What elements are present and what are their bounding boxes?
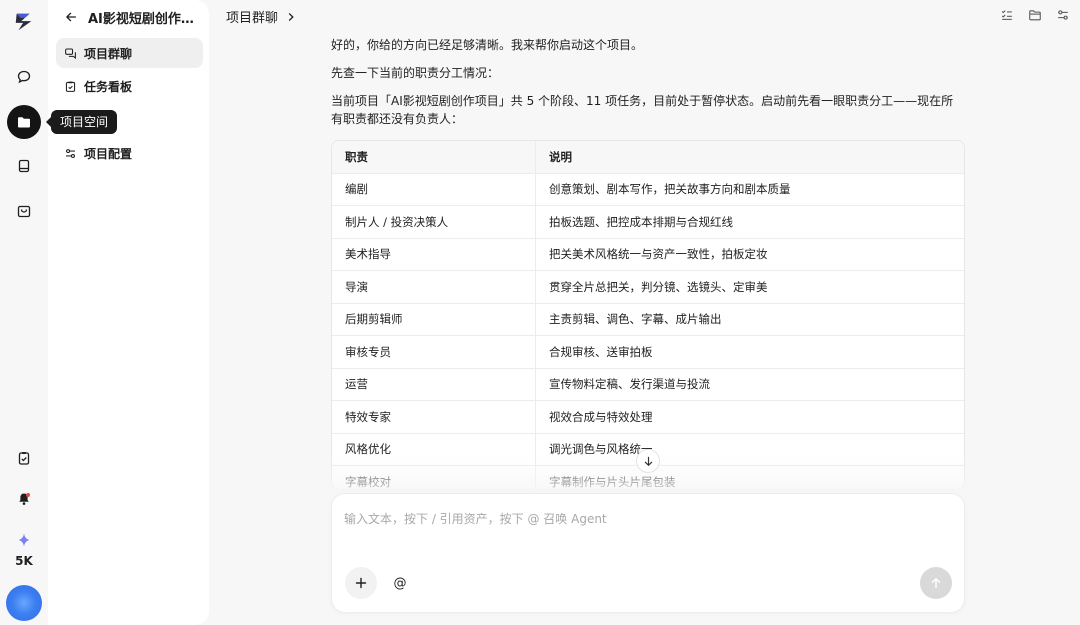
roles-table: 职责 说明 编剧 创意策划、剧本写作，把关故事方向和剧本质量 制片人 / 投资决策人…: [331, 140, 965, 490]
avatar[interactable]: [6, 585, 42, 621]
app-logo-icon[interactable]: [7, 5, 41, 39]
breadcrumb[interactable]: 项目群聊: [226, 7, 296, 26]
message-paragraph: 好的，你给的方向已经足够清晰。我来帮你启动这个项目。: [331, 38, 644, 52]
clipboard-check-icon[interactable]: [7, 441, 41, 475]
back-arrow-icon[interactable]: [64, 10, 78, 24]
sidebar-item-task-board[interactable]: 任务看板: [56, 71, 203, 101]
folder-icon[interactable]: [7, 105, 41, 139]
table-row: 导演 贯穿全片总把关，判分镜、选镜头、定审美: [332, 271, 964, 304]
table-cell-description: 宣传物料定稿、发行渠道与投流: [549, 377, 710, 392]
table-cell-role: 美术指导: [332, 238, 536, 270]
sparkle-icon[interactable]: [7, 523, 41, 557]
folder-open-icon[interactable]: [1028, 8, 1042, 22]
table-cell-role: 风格优化: [332, 433, 536, 465]
add-button[interactable]: [345, 567, 377, 599]
table-cell-role: 特效专家: [332, 401, 536, 433]
table-cell-role: 导演: [332, 271, 536, 303]
table-cell-description: 创意策划、剧本写作，把关故事方向和剧本质量: [549, 182, 791, 197]
book-icon[interactable]: [7, 149, 41, 183]
scroll-to-bottom-button[interactable]: [636, 449, 660, 473]
bag-icon[interactable]: [7, 194, 41, 228]
header-actions: [1000, 8, 1070, 22]
clipboard-icon: [65, 81, 76, 92]
table-cell-description: 调光调色与风格统一: [549, 442, 653, 457]
table-cell-role: 编剧: [332, 173, 536, 205]
message-paragraph: 先查一下当前的职责分工情况：: [331, 66, 500, 80]
project-title: AI影视短剧创作项目: [88, 11, 201, 27]
checklist-icon[interactable]: [1000, 8, 1014, 22]
arrow-up-icon: [931, 577, 941, 589]
bell-icon[interactable]: [7, 482, 41, 516]
table-cell-description: 字幕制作与片头片尾包装: [549, 474, 676, 489]
table-row: 运营 宣传物料定稿、发行渠道与投流: [332, 368, 964, 401]
project-sidebar: AI影视短剧创作项目 项目群聊 任务看板 资产 项目配置: [48, 0, 209, 625]
chevron-right-icon: [288, 12, 294, 21]
send-button[interactable]: [920, 567, 952, 599]
table-cell-description: 合规审核、送审拍板: [549, 344, 653, 359]
credits-count: 5K: [15, 554, 33, 568]
table-row: 美术指导 把关美术风格统一与资产一致性，拍板定妆: [332, 238, 964, 271]
sidebar-item-project-config[interactable]: 项目配置: [56, 138, 203, 168]
assistant-message: 好的，你给的方向已经足够清晰。我来帮你启动这个项目。 先查一下当前的职责分工情况…: [331, 36, 965, 138]
table-cell-description: 视效合成与特效处理: [549, 409, 653, 424]
chat-bubbles-icon: [65, 48, 76, 59]
sliders-icon: [66, 148, 75, 158]
main-header: 项目群聊: [210, 0, 1080, 32]
message-composer: @: [331, 493, 965, 613]
message-input[interactable]: [344, 508, 944, 530]
settings-sliders-icon[interactable]: [1056, 8, 1070, 22]
table-cell-description: 把关美术风格统一与资产一致性，拍板定妆: [549, 247, 768, 262]
table-cell-role: 字幕校对: [332, 466, 536, 489]
arrow-down-icon: [644, 456, 652, 466]
table-header-row: 职责 说明: [332, 141, 964, 174]
table-cell-role: 运营: [332, 368, 536, 400]
sidebar-item-group-chat[interactable]: 项目群聊: [56, 38, 203, 68]
app-rail: 5K: [0, 0, 48, 625]
mention-button[interactable]: @: [390, 572, 410, 594]
table-cell-description: 主责剪辑、调色、字幕、成片输出: [549, 312, 722, 327]
table-cell-description: 贯穿全片总把关，判分镜、选镜头、定审美: [549, 279, 768, 294]
plus-icon: [355, 577, 367, 589]
project-header: AI影视短剧创作项目: [64, 7, 201, 27]
sidebar-item-label: 项目群聊: [84, 46, 133, 61]
table-cell-role: 审核专员: [332, 336, 536, 368]
table-row: 编剧 创意策划、剧本写作，把关故事方向和剧本质量: [332, 173, 964, 206]
tooltip-project-space: 项目空间: [45, 110, 118, 134]
sidebar-item-label: 项目配置: [84, 146, 133, 161]
table-body: 编剧 创意策划、剧本写作，把关故事方向和剧本质量 制片人 / 投资决策人 拍板选题、把…: [332, 173, 964, 489]
table-row: 后期剪辑师 主责剪辑、调色、字幕、成片输出: [332, 303, 964, 336]
table-cell-description: 拍板选题、把控成本排期与合规红线: [549, 214, 733, 229]
sidebar-item-label: 任务看板: [84, 79, 133, 94]
column-header-role: 职责: [332, 141, 536, 173]
table-cell-role: 后期剪辑师: [332, 303, 536, 335]
column-header-description: 说明: [549, 149, 572, 164]
table-row: 制片人 / 投资决策人 拍板选题、把控成本排期与合规红线: [332, 206, 964, 239]
table-row: 特效专家 视效合成与特效处理: [332, 401, 964, 434]
table-cell-role: 制片人 / 投资决策人: [332, 206, 536, 238]
table-row: 审核专员 合规审核、送审拍板: [332, 336, 964, 369]
message-paragraph: 当前项目「AI影视短剧创作项目」共 5 个阶段、11 项任务，目前处于暂停状态。…: [331, 94, 954, 126]
breadcrumb-label: 项目群聊: [226, 11, 279, 26]
chat-icon[interactable]: [7, 60, 41, 94]
